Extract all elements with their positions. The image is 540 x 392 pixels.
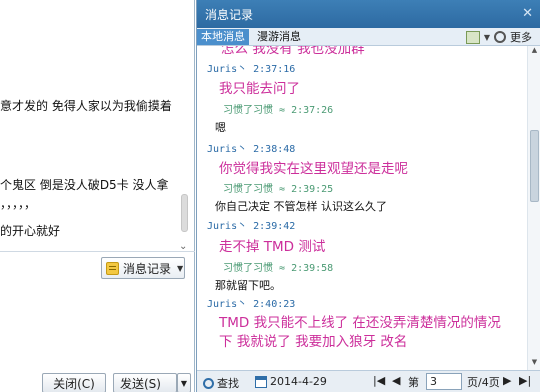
scroll-thumb[interactable]	[530, 130, 539, 202]
app-window: 意才发的 免得人家以为我偷摸着 个鬼区 倒是没人破D5卡 没人拿 ，，，，， 的…	[0, 0, 540, 392]
next-page-icon[interactable]: ▶	[503, 374, 511, 387]
date-picker[interactable]: 2014-4-29	[255, 375, 327, 388]
close-button[interactable]: 关闭(C)	[42, 373, 106, 392]
find-label: 查找	[217, 377, 239, 390]
message-text: TMD 我只能不上线了 在还没弄清楚情况的情况下 我就说了 我要加入狼牙 改名	[219, 315, 501, 350]
toolbar: ▼ 更多	[465, 29, 532, 45]
send-button[interactable]: 发送(S)	[113, 373, 177, 392]
message-header: Juris丶 2:40:23	[207, 299, 296, 310]
caret-down-icon: ▼	[177, 263, 184, 273]
message-text: 你自己决定 不管怎样 认识这么久了	[215, 200, 387, 213]
chat-scrollbar[interactable]	[181, 194, 188, 232]
message-text: 嗯	[215, 121, 226, 134]
message-header: 习惯了习惯 ≈ 2:39:58	[223, 263, 334, 274]
date-label: 2014-4-29	[270, 375, 327, 388]
close-icon[interactable]: ✕	[522, 6, 533, 21]
page-suffix: 页/4页	[467, 376, 500, 389]
panel-title: 消息记录	[205, 7, 254, 22]
message-text: 那就留下吧。	[215, 279, 281, 292]
send-options-button[interactable]: ▼	[177, 373, 191, 392]
message-text: 你觉得我实在这里观望还是走呢	[219, 161, 408, 177]
search-icon	[203, 377, 214, 389]
more-button[interactable]: 更多	[510, 29, 532, 45]
calendar-icon	[255, 375, 267, 388]
message-header: 习惯了习惯 ≈ 2:37:26	[223, 105, 334, 116]
prev-page-icon[interactable]: ◀	[392, 374, 400, 387]
message-text: 走不掉 TMD 测试	[219, 239, 326, 255]
message-header: Juris丶 2:39:42	[207, 221, 296, 232]
tab-roaming-messages[interactable]: 漫游消息	[253, 29, 305, 45]
message-history-panel: 消息记录 ✕ 本地消息 漫游消息 ▼ 更多 怎么 我没有 我也没加群 Juris…	[196, 0, 540, 392]
panel-titlebar: 消息记录 ✕	[197, 0, 540, 28]
export-icon[interactable]	[465, 30, 480, 44]
page-input[interactable]: 3	[426, 373, 462, 390]
page-prefix: 第	[408, 376, 419, 389]
history-scrollbar[interactable]: ▲ ▼	[527, 46, 540, 370]
message-history-label: 消息记录	[123, 261, 172, 276]
last-page-icon[interactable]: ▶|	[519, 374, 531, 387]
caret-down-icon[interactable]: ▼	[484, 33, 490, 42]
message-list: 怎么 我没有 我也没加群 Juris丶 2:37:16 我只能去问了 习惯了习惯…	[197, 46, 527, 370]
status-bar: 查找 2014-4-29 |◀ ◀ 第 3 页/4页 ▶ ▶|	[197, 370, 540, 392]
chat-pane: 意才发的 免得人家以为我偷摸着 个鬼区 倒是没人破D5卡 没人拿 ，，，，， 的…	[0, 0, 195, 392]
message-header: 习惯了习惯 ≈ 2:39:25	[223, 184, 334, 195]
first-page-icon[interactable]: |◀	[373, 374, 385, 387]
history-icon	[106, 261, 119, 275]
message-text: 怎么 我没有 我也没加群	[221, 46, 365, 57]
message-text: 我只能去问了	[219, 81, 300, 97]
find-button[interactable]: 查找	[203, 375, 239, 391]
tab-local-messages[interactable]: 本地消息	[197, 29, 249, 45]
scroll-up-icon[interactable]: ▲	[528, 46, 540, 58]
message-header: Juris丶 2:38:48	[207, 144, 296, 155]
message-header: Juris丶 2:37:16	[207, 64, 296, 75]
scroll-down-icon[interactable]: ▼	[528, 358, 540, 370]
divider	[0, 251, 195, 252]
chat-line: ，，，，，	[0, 197, 37, 211]
chat-line: 意才发的 免得人家以为我偷摸着	[0, 99, 172, 113]
chat-line: 的开心就好	[0, 224, 61, 238]
chat-line: 个鬼区 倒是没人破D5卡 没人拿	[0, 178, 169, 192]
gear-icon[interactable]	[494, 31, 506, 43]
message-history-button[interactable]: 消息记录 ▼	[101, 257, 185, 279]
